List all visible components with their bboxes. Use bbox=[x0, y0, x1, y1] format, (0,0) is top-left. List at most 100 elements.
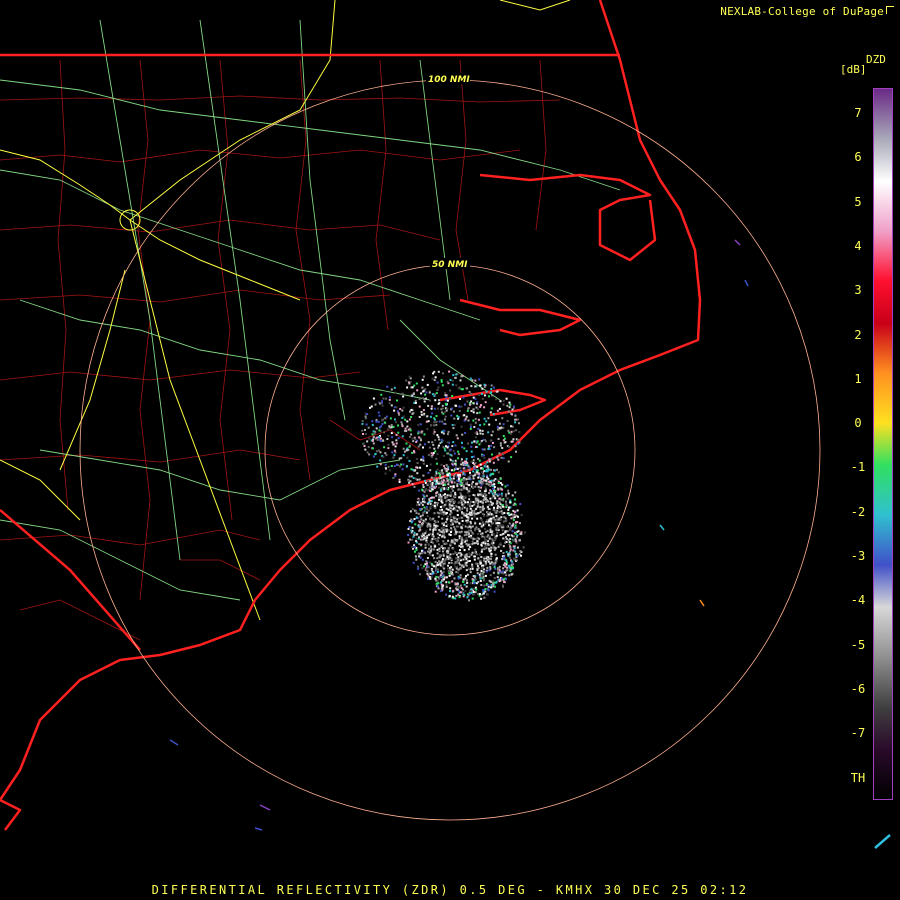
echo-pixel bbox=[418, 489, 421, 492]
echo-pixel bbox=[390, 465, 393, 467]
echo-pixel bbox=[487, 589, 490, 592]
echo-pixel bbox=[504, 520, 507, 523]
echo-pixel bbox=[449, 504, 452, 507]
echo-pixel bbox=[476, 501, 479, 504]
echo-pixel bbox=[458, 568, 460, 571]
echo-pixel bbox=[445, 521, 448, 524]
echo-pixel bbox=[384, 417, 387, 420]
echo-pixel bbox=[455, 557, 458, 560]
echo-pixel bbox=[459, 591, 462, 594]
echo-pixel bbox=[488, 547, 490, 550]
echo-pixel bbox=[503, 516, 506, 519]
echo-pixel bbox=[428, 576, 431, 578]
echo-pixel bbox=[468, 487, 471, 490]
echo-pixel bbox=[468, 390, 471, 393]
echo-pixel bbox=[474, 446, 477, 448]
echo-pixel bbox=[468, 498, 471, 501]
echo-pixel bbox=[499, 400, 502, 403]
echo-pixel bbox=[474, 529, 477, 532]
echo-pixel bbox=[500, 492, 503, 495]
echo-pixel bbox=[425, 397, 427, 400]
echo-pixel bbox=[416, 501, 419, 504]
echo-pixel bbox=[387, 447, 390, 450]
echo-pixel bbox=[463, 485, 465, 488]
echo-pixel bbox=[436, 557, 439, 560]
echo-pixel bbox=[438, 543, 440, 546]
echo-pixel bbox=[474, 548, 477, 551]
echo-pixel bbox=[433, 424, 436, 427]
echo-pixel bbox=[433, 430, 436, 433]
echo-pixel bbox=[391, 436, 394, 439]
echo-pixel bbox=[424, 388, 427, 391]
echo-pixel bbox=[449, 459, 452, 462]
echo-pixel bbox=[484, 574, 487, 577]
echo-pixel bbox=[435, 478, 438, 481]
echo-pixel bbox=[441, 372, 444, 375]
echo-pixel bbox=[449, 516, 452, 518]
echo-pixel bbox=[480, 492, 483, 495]
echo-pixel bbox=[474, 551, 477, 554]
echo-pixel bbox=[429, 540, 432, 543]
echo-pixel bbox=[416, 462, 419, 464]
echo-pixel bbox=[470, 526, 472, 529]
echo-pixel bbox=[376, 436, 379, 439]
echo-pixel bbox=[482, 481, 485, 484]
credit-text[interactable]: NEXLAB-College of DuPage bbox=[720, 5, 894, 18]
echo-pixel bbox=[506, 525, 509, 528]
echo-pixel bbox=[448, 572, 451, 575]
echo-pixel bbox=[460, 497, 463, 500]
echo-pixel bbox=[497, 471, 500, 474]
echo-pixel bbox=[462, 483, 465, 486]
echo-pixel bbox=[449, 543, 452, 546]
echo-pixel bbox=[415, 512, 418, 515]
echo-pixel bbox=[408, 375, 411, 378]
echo-pixel bbox=[489, 500, 492, 503]
echo-pixel bbox=[416, 472, 419, 475]
echo-pixel bbox=[483, 417, 486, 420]
echo-pixel bbox=[375, 427, 378, 430]
echo-pixel bbox=[463, 539, 466, 542]
echo-pixel bbox=[494, 519, 497, 522]
echo-pixel bbox=[462, 467, 465, 470]
echo-pixel bbox=[481, 532, 484, 535]
echo-pixel bbox=[513, 557, 516, 560]
echo-pixel bbox=[482, 514, 485, 517]
scale-tick-label: 2 bbox=[854, 327, 862, 342]
echo-pixel bbox=[489, 549, 492, 552]
echo-pixel bbox=[451, 379, 454, 382]
echo-pixel bbox=[460, 388, 463, 391]
scale-tick-label: 7 bbox=[854, 106, 862, 120]
echo-pixel bbox=[490, 388, 493, 390]
echo-pixel bbox=[452, 450, 455, 452]
echo-pixel bbox=[420, 507, 423, 510]
echo-pixel bbox=[479, 507, 481, 510]
echo-pixel bbox=[499, 503, 502, 506]
echo-pixel bbox=[434, 560, 437, 563]
echo-pixel bbox=[371, 447, 374, 450]
echo-pixel bbox=[421, 514, 424, 517]
echo-pixel bbox=[465, 537, 468, 540]
echo-pixel bbox=[488, 480, 491, 483]
echo-pixel bbox=[493, 446, 496, 449]
echo-pixel bbox=[459, 467, 462, 470]
echo-pixel bbox=[432, 517, 435, 520]
echo-pixel bbox=[508, 534, 511, 537]
echo-pixel bbox=[426, 494, 428, 497]
echo-pixel bbox=[476, 401, 479, 404]
echo-pixel bbox=[497, 505, 499, 508]
echo-pixel bbox=[496, 531, 499, 534]
echo-pixel bbox=[440, 576, 443, 579]
echo-pixel bbox=[498, 497, 501, 500]
echo-pixel bbox=[415, 548, 418, 551]
echo-pixel bbox=[482, 454, 485, 457]
echo-pixel bbox=[472, 396, 475, 399]
echo-pixel bbox=[470, 591, 473, 594]
echo-pixel bbox=[507, 489, 510, 492]
echo-pixel bbox=[480, 486, 483, 489]
echo-pixel bbox=[489, 574, 492, 577]
echo-pixel bbox=[483, 596, 486, 599]
echo-pixel bbox=[406, 386, 409, 389]
echo-pixel bbox=[421, 503, 424, 506]
echo-pixel bbox=[512, 405, 515, 408]
echo-pixel bbox=[481, 471, 484, 474]
